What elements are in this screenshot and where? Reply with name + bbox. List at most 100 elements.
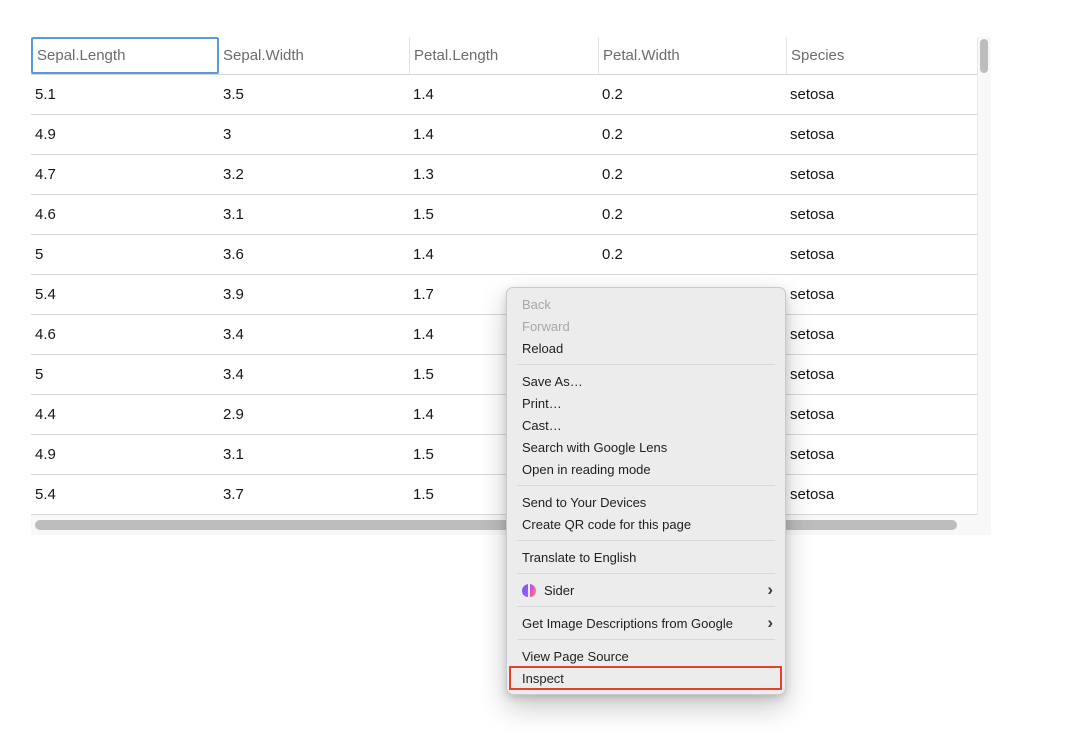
- table-cell: 3.9: [219, 275, 409, 314]
- table-cell: setosa: [786, 475, 977, 514]
- table-row: 4.73.21.30.2setosa: [31, 155, 977, 195]
- menu-item-label: Print…: [522, 396, 562, 411]
- table-cell: 1.3: [409, 155, 598, 194]
- table-cell: 1.5: [409, 195, 598, 234]
- table-cell: 4.6: [31, 195, 219, 234]
- table-cell: 0.2: [598, 155, 786, 194]
- menu-item-label: Reload: [522, 341, 563, 356]
- table-cell: setosa: [786, 235, 977, 274]
- table-cell: 4.9: [31, 435, 219, 474]
- menu-item-sider[interactable]: Sider ›: [507, 579, 785, 601]
- table-cell: 0.2: [598, 235, 786, 274]
- table-cell: 3.4: [219, 315, 409, 354]
- menu-item-cast[interactable]: Cast…: [507, 414, 785, 436]
- menu-item-translate-to-english[interactable]: Translate to English: [507, 546, 785, 568]
- menu-item-create-qr-code-for-this-page[interactable]: Create QR code for this page: [507, 513, 785, 535]
- table-row: 5.13.51.40.2setosa: [31, 75, 977, 115]
- menu-item-save-as[interactable]: Save As…: [507, 370, 785, 392]
- table-row: 4.63.41.4setosa: [31, 315, 977, 355]
- menu-item-inspect[interactable]: Inspect: [507, 667, 785, 689]
- menu-item-label: Inspect: [522, 671, 564, 686]
- table-cell: 4.6: [31, 315, 219, 354]
- table-cell: setosa: [786, 155, 977, 194]
- column-header-petal-width[interactable]: Petal.Width: [598, 37, 786, 74]
- menu-item-view-page-source[interactable]: View Page Source: [507, 645, 785, 667]
- table-cell: 2.9: [219, 395, 409, 434]
- horizontal-scrollbar-thumb[interactable]: [35, 520, 957, 530]
- menu-item-search-with-google-lens[interactable]: Search with Google Lens: [507, 436, 785, 458]
- table-cell: 5.1: [31, 75, 219, 114]
- menu-item-label: Forward: [522, 319, 570, 334]
- sider-brain-icon: [522, 584, 536, 597]
- menu-item-send-to-your-devices[interactable]: Send to Your Devices: [507, 491, 785, 513]
- table-cell: setosa: [786, 315, 977, 354]
- table-cell: 4.7: [31, 155, 219, 194]
- table-cell: 5.4: [31, 275, 219, 314]
- menu-item-label: View Page Source: [522, 649, 629, 664]
- menu-item-label: Sider: [544, 583, 574, 598]
- table-row: 4.93.11.5setosa: [31, 435, 977, 475]
- table-row: 5.43.91.7setosa: [31, 275, 977, 315]
- column-header-sepal-width[interactable]: Sepal.Width: [219, 37, 409, 74]
- table-cell: 3.5: [219, 75, 409, 114]
- table-cell: 3.1: [219, 195, 409, 234]
- table-cell: 0.2: [598, 115, 786, 154]
- submenu-chevron-icon: ›: [767, 581, 773, 598]
- menu-separator: [517, 485, 775, 486]
- table-cell: 3: [219, 115, 409, 154]
- table-cell: 4.9: [31, 115, 219, 154]
- menu-item-get-image-descriptions-from-google[interactable]: Get Image Descriptions from Google ›: [507, 612, 785, 634]
- table-cell: 5: [31, 355, 219, 394]
- column-header-petal-length[interactable]: Petal.Length: [409, 37, 598, 74]
- table-cell: 3.4: [219, 355, 409, 394]
- table-body: 5.13.51.40.2setosa4.931.40.2setosa4.73.2…: [31, 75, 977, 515]
- menu-separator: [517, 573, 775, 574]
- column-header-species[interactable]: Species: [786, 37, 977, 74]
- table-cell: 4.4: [31, 395, 219, 434]
- menu-item-label: Save As…: [522, 374, 583, 389]
- table-cell: setosa: [786, 115, 977, 154]
- table-cell: 5: [31, 235, 219, 274]
- page-background: Sepal.LengthSepal.WidthPetal.LengthPetal…: [0, 0, 1065, 737]
- menu-item-reload[interactable]: Reload: [507, 337, 785, 359]
- table-cell: setosa: [786, 275, 977, 314]
- table-cell: setosa: [786, 75, 977, 114]
- vertical-scrollbar-thumb[interactable]: [980, 39, 988, 73]
- menu-separator: [517, 606, 775, 607]
- table-header-row: Sepal.LengthSepal.WidthPetal.LengthPetal…: [31, 37, 977, 75]
- menu-item-label: Cast…: [522, 418, 562, 433]
- column-header-sepal-length[interactable]: Sepal.Length: [31, 37, 219, 74]
- table-row: 53.41.5setosa: [31, 355, 977, 395]
- table-cell: 0.2: [598, 75, 786, 114]
- menu-item-label: Translate to English: [522, 550, 636, 565]
- page: { "colors": { "focus_border": "#5a9ad6",…: [0, 0, 1065, 737]
- table-cell: 1.4: [409, 75, 598, 114]
- menu-separator: [517, 364, 775, 365]
- browser-context-menu: Back Forward Reload Save As… Print… Cast… Sear…: [506, 287, 786, 695]
- table-cell: setosa: [786, 355, 977, 394]
- submenu-chevron-icon: ›: [767, 614, 773, 631]
- table-cell: 1.4: [409, 235, 598, 274]
- table-row: 4.931.40.2setosa: [31, 115, 977, 155]
- table-cell: setosa: [786, 435, 977, 474]
- table-row: 4.42.91.4setosa: [31, 395, 977, 435]
- menu-item-label: Send to Your Devices: [522, 495, 646, 510]
- menu-item-open-in-reading-mode[interactable]: Open in reading mode: [507, 458, 785, 480]
- menu-separator: [517, 639, 775, 640]
- table-cell: 3.6: [219, 235, 409, 274]
- table-cell: setosa: [786, 195, 977, 234]
- table-cell: setosa: [786, 395, 977, 434]
- table-cell: 1.4: [409, 115, 598, 154]
- table-row: 53.61.40.2setosa: [31, 235, 977, 275]
- table-cell: 3.1: [219, 435, 409, 474]
- menu-item-back: Back: [507, 293, 785, 315]
- table-cell: 3.7: [219, 475, 409, 514]
- menu-item-print[interactable]: Print…: [507, 392, 785, 414]
- menu-item-label: Get Image Descriptions from Google: [522, 616, 733, 631]
- vertical-scrollbar[interactable]: [977, 37, 991, 515]
- table-cell: 3.2: [219, 155, 409, 194]
- menu-item-label: Search with Google Lens: [522, 440, 667, 455]
- table-cell: 5.4: [31, 475, 219, 514]
- menu-separator: [517, 540, 775, 541]
- table-row: 5.43.71.5setosa: [31, 475, 977, 515]
